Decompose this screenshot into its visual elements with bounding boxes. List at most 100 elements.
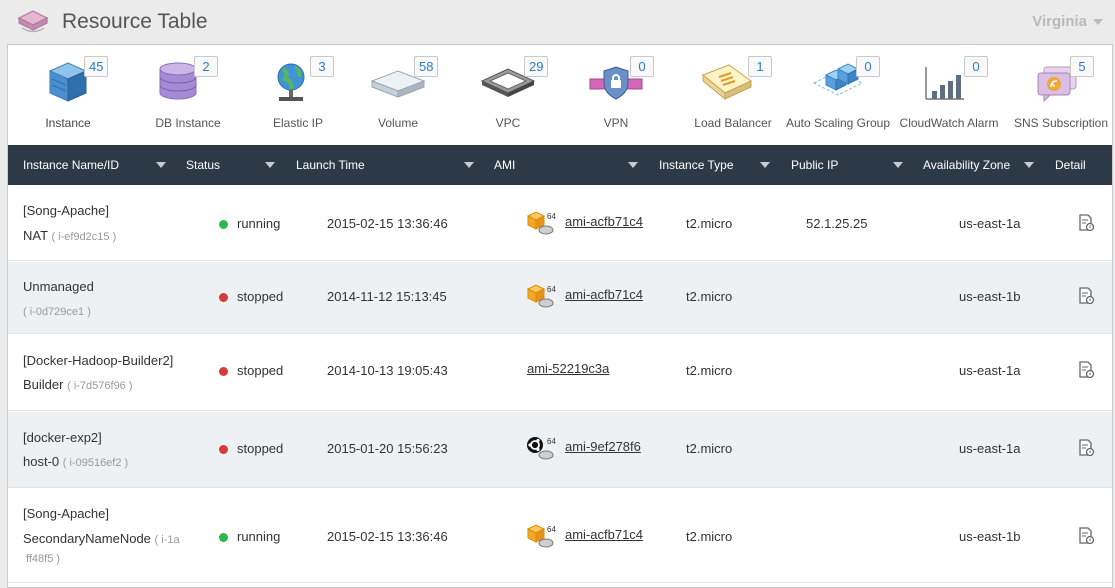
instance-tag: Builder	[23, 377, 64, 392]
launch-time: 2015-01-20 15:56:23	[327, 441, 448, 456]
resource-tab-elastic-ip[interactable]: 3 Elastic IP	[248, 45, 348, 145]
ami-link[interactable]: ami-acfb71c4	[565, 214, 643, 229]
instance-status: running	[237, 216, 281, 231]
sort-caret-icon[interactable]	[265, 162, 275, 168]
resource-label: DB Instance	[155, 116, 221, 130]
resource-label: Instance	[45, 116, 91, 130]
resource-label: Elastic IP	[272, 116, 323, 130]
table-row[interactable]: Unmanaged ( i-0d729ce1 ) stopped 2014-11…	[8, 262, 1112, 334]
resource-tab-cloudwatch-alarm[interactable]: 0 CloudWatch Alarm	[892, 45, 1002, 145]
instance-id: ( i-0d729ce1 )	[23, 306, 91, 318]
column-header-status[interactable]: Status	[186, 145, 220, 185]
resource-count-badge: 1	[748, 56, 772, 77]
instance-name-secondary: ( i-0d729ce1 )	[23, 303, 91, 318]
instance-name: [Song-Apache]	[23, 203, 110, 218]
resource-tab-auto-scaling-group[interactable]: 0 Auto Scaling Group	[784, 45, 892, 145]
resource-label: Auto Scaling Group	[785, 116, 891, 130]
resource-tab-db-instance[interactable]: 2 DB Instance	[128, 45, 228, 145]
launch-time: 2014-11-12 15:13:45	[327, 289, 447, 304]
svg-text:64: 64	[547, 525, 556, 534]
detail-icon[interactable]	[1077, 287, 1095, 305]
detail-icon[interactable]	[1077, 527, 1095, 545]
sort-caret-icon[interactable]	[464, 162, 474, 168]
page-title: Resource Table	[62, 10, 208, 33]
sort-caret-icon[interactable]	[760, 162, 770, 168]
instance-id: ( i-1a	[154, 534, 180, 546]
resource-count-badge: 5	[1070, 56, 1094, 77]
public-ip: 52.1.25.25	[806, 216, 868, 231]
detail-icon[interactable]	[1077, 439, 1095, 457]
instance-name: [docker-exp2]	[23, 430, 102, 445]
instance-type: t2.micro	[686, 529, 733, 544]
column-header-ami[interactable]: AMI	[494, 145, 515, 185]
column-header-public-ip[interactable]: Public IP	[791, 145, 838, 185]
resource-tab-vpn[interactable]: 0 VPN	[576, 45, 656, 145]
resource-count-badge: 58	[414, 56, 439, 77]
instance-name: [Docker-Hadoop-Builder2]	[23, 353, 174, 368]
status-stopped-icon	[219, 367, 228, 376]
instance-status: stopped	[237, 363, 284, 378]
column-header-availability-zone[interactable]: Availability Zone	[923, 145, 1010, 185]
svg-text:64: 64	[547, 212, 556, 221]
resource-type-bar: 45 Instance 2 DB Instance 3 Elastic IP 5…	[8, 45, 1112, 145]
resource-tab-load-balancer[interactable]: 1 Load Balancer	[680, 45, 774, 145]
table-row[interactable]: [Docker-Hadoop-Builder2] Builder ( i-7d5…	[8, 335, 1112, 411]
column-header-instance-type[interactable]: Instance Type	[659, 145, 734, 185]
instance-status: running	[237, 529, 281, 544]
launch-time: 2015-02-15 13:36:46	[327, 529, 448, 544]
instance-name-secondary: NAT ( i-ef9d2c15 )	[23, 228, 116, 243]
resource-panel: 45 Instance 2 DB Instance 3 Elastic IP 5…	[7, 44, 1113, 588]
detail-icon[interactable]	[1077, 361, 1095, 379]
instance-name-secondary: Builder ( i-7d576f96 )	[23, 377, 133, 392]
region-selector[interactable]: Virginia	[1032, 13, 1087, 30]
ami-link[interactable]: ami-52219c3a	[527, 361, 609, 376]
top-bar: Resource Table Virginia	[0, 0, 1115, 44]
availability-zone: us-east-1b	[959, 289, 1021, 304]
instance-id: ( i-7d576f96 )	[67, 380, 133, 392]
svg-text:64: 64	[547, 437, 556, 446]
resource-tab-sns-subscription[interactable]: 5 SNS Subscription	[1008, 45, 1112, 145]
table-row[interactable]: [Song-Apache] SecondaryNameNode ( i-1a f…	[8, 489, 1112, 583]
chevron-down-icon[interactable]	[1093, 19, 1103, 25]
table-row[interactable]: [Song-Apache] NAT ( i-ef9d2c15 ) running…	[8, 185, 1112, 261]
resource-tab-volume[interactable]: 58 Volume	[358, 45, 439, 145]
resource-tab-instance[interactable]: 45 Instance	[8, 45, 128, 145]
resource-label: VPC	[495, 116, 521, 130]
table-row[interactable]: [docker-exp2] host-0 ( i-09516ef2 ) stop…	[8, 412, 1112, 488]
amazon-linux-64-icon: 64	[526, 284, 556, 308]
resource-count-badge: 2	[194, 56, 218, 77]
resource-count-badge: 0	[630, 56, 654, 77]
sort-caret-icon[interactable]	[893, 162, 903, 168]
resource-label: Load Balancer	[694, 116, 772, 130]
table-header: Instance Name/ID Status Launch Time AMI …	[8, 145, 1112, 185]
resource-count-badge: 3	[310, 56, 334, 77]
sort-caret-icon[interactable]	[628, 162, 638, 168]
availability-zone: us-east-1b	[959, 529, 1021, 544]
instance-name-secondary: host-0 ( i-09516ef2 )	[23, 454, 128, 469]
detail-icon[interactable]	[1077, 214, 1095, 232]
amazon-linux-64-icon: 64	[526, 524, 556, 548]
launch-time: 2015-02-15 13:36:46	[327, 216, 448, 231]
status-stopped-icon	[219, 445, 228, 454]
launch-time: 2014-10-13 19:05:43	[327, 363, 448, 378]
resource-label: SNS Subscription	[1013, 116, 1109, 130]
ami-link[interactable]: ami-acfb71c4	[565, 287, 643, 302]
ami-link[interactable]: ami-9ef278f6	[565, 439, 641, 454]
column-header-launch-time[interactable]: Launch Time	[296, 145, 365, 185]
status-running-icon	[219, 533, 228, 542]
resource-count-badge: 29	[524, 56, 549, 77]
column-header-detail: Detail	[1055, 158, 1086, 172]
instance-tag: host-0	[23, 454, 60, 469]
sort-caret-icon[interactable]	[1024, 162, 1034, 168]
ami-link[interactable]: ami-acfb71c4	[565, 527, 643, 542]
sort-caret-icon[interactable]	[156, 162, 166, 168]
instance-type: t2.micro	[686, 289, 733, 304]
instance-status: stopped	[237, 441, 284, 456]
instance-status: stopped	[237, 289, 284, 304]
cloudwatch-alarm-icon	[925, 67, 964, 100]
resource-tab-vpc[interactable]: 29 VPC	[468, 45, 549, 145]
availability-zone: us-east-1a	[959, 441, 1021, 456]
instance-type: t2.micro	[686, 441, 733, 456]
resource-count-badge: 0	[964, 56, 988, 77]
column-header-instance-name[interactable]: Instance Name/ID	[23, 145, 119, 185]
